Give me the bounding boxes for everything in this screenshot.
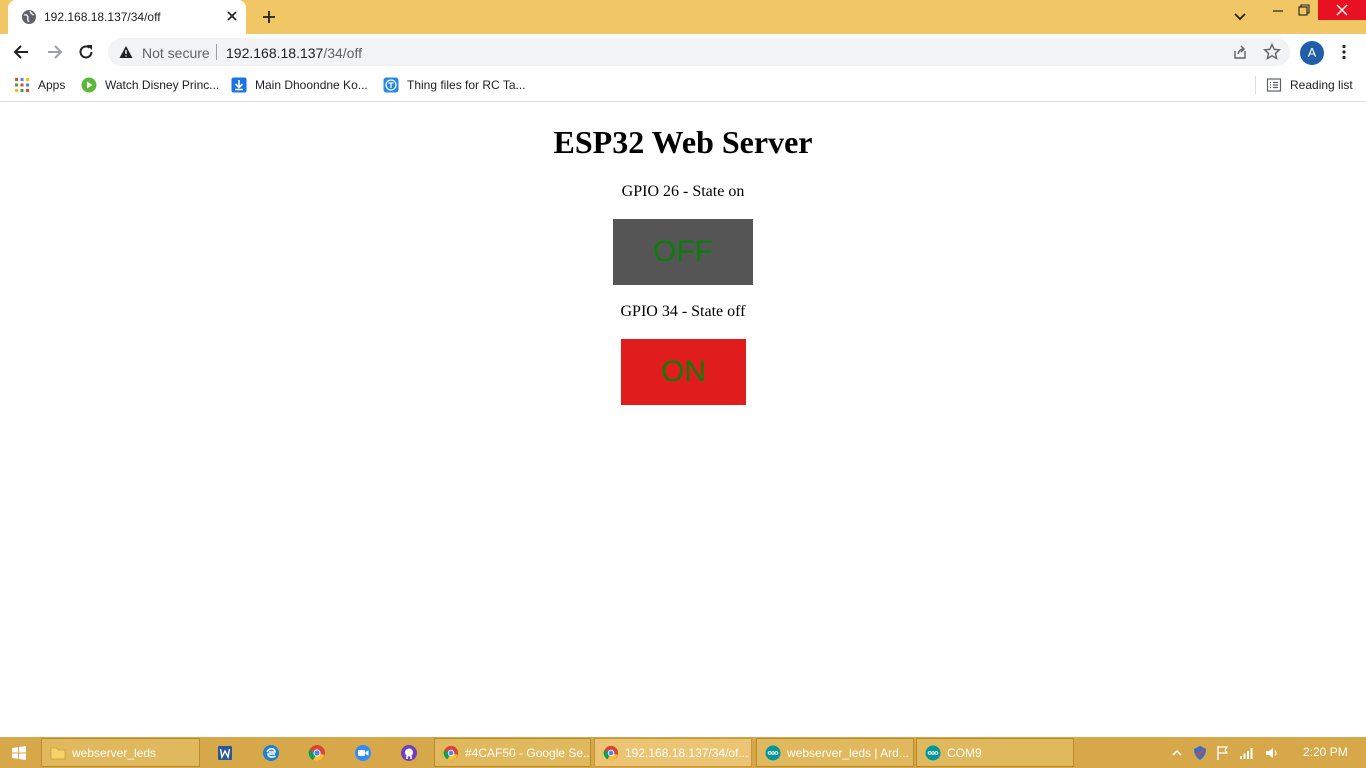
tab-title: 192.168.18.137/34/off [44,10,161,24]
flag-icon[interactable] [1215,745,1231,761]
bookmark-label: Thing files for RC Ta... [407,78,526,92]
taskbar-explorer-webserver-leds[interactable]: webserver_leds [41,738,200,767]
play-icon [81,77,97,93]
star-icon[interactable] [1263,43,1281,61]
taskbar-clock[interactable]: 2:20 PM [1303,745,1348,759]
omnibox-separator [216,44,217,60]
taskbar-chrome-google-search[interactable]: #4CAF50 - Google Se... [434,738,591,767]
speaker-icon[interactable] [1264,745,1280,761]
close-icon[interactable] [225,9,239,23]
warning-icon[interactable] [119,45,133,59]
forward-arrow-icon[interactable] [44,42,64,62]
taskbar-item-label: 192.168.18.137/34/of... [625,745,749,760]
gpio-26-state: GPIO 26 - State on [621,183,745,200]
taskbar-arduino-com9[interactable]: COM9 [916,738,1074,767]
bookmarks-divider [1255,76,1256,94]
network-signal-icon[interactable] [1239,745,1255,761]
web-page: ESP32 Web Server GPIO 26 - State on OFF … [0,103,1366,737]
folder-icon [50,747,66,759]
restore-icon[interactable] [1296,2,1312,18]
edge-icon[interactable] [262,744,280,762]
gpio-26-toggle-button[interactable]: OFF [613,219,753,285]
close-icon [1336,4,1348,16]
globe-icon [22,10,36,24]
chrome-icon[interactable] [308,744,326,762]
reading-list-label: Reading list [1290,78,1353,92]
gpio-34-state: GPIO 34 - State off [620,303,746,320]
taskbar-item-label: webserver_leds [72,745,157,760]
bookmark-label: Main Dhoondne Ko... [255,78,368,92]
apps-grid-icon [15,78,29,92]
reload-icon[interactable] [76,42,96,62]
github-icon[interactable] [400,744,418,762]
windows-start-icon[interactable] [12,746,26,760]
arduino-icon [765,745,781,760]
word-icon[interactable] [216,744,234,762]
taskbar-item-label: #4CAF50 - Google Se... [465,745,591,760]
chrome-icon [443,745,459,760]
bookmark-label: Apps [38,78,66,92]
minimize-icon[interactable] [1270,2,1286,18]
arduino-icon [925,745,941,760]
bookmark-label: Watch Disney Princ... [105,78,220,92]
share-icon[interactable] [1232,44,1248,60]
browser-tab[interactable]: 192.168.18.137/34/off [8,0,246,34]
taskbar-chrome-esp32[interactable]: 192.168.18.137/34/of... [594,738,752,767]
chrome-icon [603,745,619,760]
page-title: ESP32 Web Server [553,124,813,160]
plus-icon[interactable] [261,9,277,25]
taskbar-item-label: webserver_leds | Ard... [787,745,909,760]
profile-avatar[interactable]: A [1300,41,1324,65]
url-path: /34/off [323,45,362,61]
bookmark-thing-files[interactable]: Thing files for RC Ta... [383,76,526,94]
browser-toolbar: Not secure 192.168.18.137/34/off A [0,34,1366,70]
chevron-down-icon[interactable] [1233,11,1247,23]
chevron-up-icon[interactable] [1169,745,1185,761]
reading-list-button[interactable]: Reading list [1266,76,1353,94]
bookmark-watch-disney[interactable]: Watch Disney Princ... [81,76,219,94]
bookmark-apps[interactable]: Apps [14,76,65,94]
window-close-button[interactable] [1318,0,1366,20]
windows-taskbar: webserver_leds #4CAF50 - Google Se... 19… [0,737,1366,768]
tab-strip: 192.168.18.137/34/off [0,0,1366,34]
taskbar-arduino-sketch[interactable]: webserver_leds | Ard... [756,738,914,767]
bookmarks-bar: Apps Watch Disney Princ... Main Dhoondne… [0,70,1366,102]
download-icon [231,77,247,93]
reading-list-icon [1266,78,1282,92]
taskbar-item-label: COM9 [947,745,982,760]
security-label[interactable]: Not secure [142,45,210,61]
more-vert-icon[interactable] [1338,44,1350,60]
shield-icon[interactable] [1192,745,1208,761]
bookmark-main-dhoondne[interactable]: Main Dhoondne Ko... [231,76,368,94]
address-bar[interactable]: Not secure 192.168.18.137/34/off [108,38,1290,66]
thing-icon [383,77,399,93]
back-arrow-icon[interactable] [12,42,32,62]
url-host: 192.168.18.137 [226,45,324,61]
gpio-34-toggle-button[interactable]: ON [621,339,746,405]
zoom-icon[interactable] [354,744,372,762]
url-text[interactable]: 192.168.18.137/34/off [226,45,362,61]
